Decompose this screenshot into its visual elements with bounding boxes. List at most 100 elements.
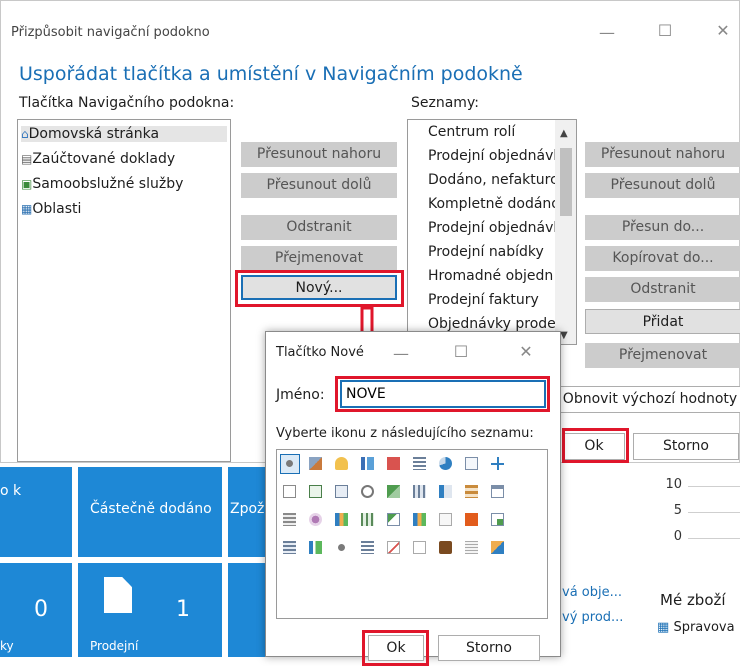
list-item[interactable]: Kompletně dodáno [428,196,560,212]
tile-partially-delivered[interactable]: Částečně dodáno [78,467,222,557]
bar-chart-icon[interactable] [335,513,348,526]
tile-delayed[interactable]: Zpož [228,467,268,557]
close-button[interactable]: ✕ [713,21,733,40]
tile-left-partial[interactable]: o k [0,467,72,557]
scrollbar-thumb[interactable] [560,148,572,216]
tile-sales-invoices[interactable]: 1 Prodejní [78,563,222,657]
dialog-title: Přizpůsobit navigační podokno [11,25,210,40]
lists-label: Seznamy: [411,95,479,111]
gears-icon[interactable] [283,457,296,470]
dialog-heading: Uspořádat tlačítka a umístění v Navigačn… [19,63,523,85]
lists-listbox[interactable]: Centrum rolí Prodejní objednávk Dodáno, … [407,119,577,345]
new-button-dialog: Tlačítko Nové — ☐ ✕ Jméno: Vyberte ikonu… [265,331,561,666]
list-item[interactable]: Objednávky prode [428,316,556,332]
chart-icon[interactable] [361,457,374,470]
workflow-icon[interactable] [309,457,322,470]
form-icon[interactable] [335,485,348,498]
new-dialog-maximize-button[interactable]: ☐ [451,342,471,361]
list-item[interactable]: Prodejní faktury [428,292,539,308]
list-item[interactable]: Prodejní objednávk [428,148,562,164]
page-icon[interactable] [465,457,478,470]
lists-rename-button[interactable]: Přejmenovat [585,343,740,368]
new-dialog-close-button[interactable]: ✕ [516,342,536,361]
stats-icon[interactable] [413,513,426,526]
maximize-button[interactable]: ☐ [655,21,675,40]
chart-tick-0: 0 [673,529,682,544]
list-item[interactable]: Dodáno, nefakturc [428,172,558,188]
list-item[interactable]: Hromadné objedn [428,268,553,284]
nav-buttons-listbox[interactable]: ⌂Domovská stránka ▤Zaúčtované doklady ▣S… [17,119,231,462]
areas-icon: ▦ [21,202,33,216]
pencil-icon[interactable] [387,541,400,554]
chart-gridline [688,486,740,487]
list-item[interactable]: ▤Zaúčtované doklady [21,151,175,167]
name-input-highlight [335,376,550,412]
ledger-icon[interactable] [283,541,296,554]
spreadsheet-icon[interactable] [361,513,374,526]
minimize-button[interactable]: — [597,23,617,42]
list-icon[interactable] [413,457,426,470]
list-item[interactable]: Prodejní nabídky [428,244,544,260]
house-icon: ⌂ [21,127,29,141]
link-sales-quotes[interactable]: vý prod... [562,610,623,625]
bell-icon[interactable] [335,457,348,470]
grid-icon[interactable] [465,485,478,498]
move-down-button[interactable]: Přesunout dolů [241,173,397,198]
report-icon[interactable] [387,457,400,470]
remove-button[interactable]: Odstranit [241,215,397,240]
hierarchy-icon[interactable] [491,457,504,470]
memo-icon[interactable] [465,541,478,554]
link-sales-orders[interactable]: vá obje... [562,585,622,600]
disc-icon[interactable] [309,513,322,526]
window-icon[interactable] [491,485,504,498]
cancel-button[interactable]: Storno [633,433,739,460]
list-item[interactable]: ▦Oblasti [21,201,81,217]
document-icon [104,577,132,613]
pie-icon[interactable] [439,457,452,470]
move-up-button[interactable]: Přesunout nahoru [241,142,397,167]
copy-to-button[interactable]: Kopírovat do... [585,246,740,271]
list-item-label: Samoobslužné služby [32,176,184,192]
settings-icon[interactable] [335,541,348,554]
open-doc-icon[interactable] [413,541,426,554]
manage-link[interactable]: ▦ Spravova [657,620,735,635]
list-item[interactable]: ▣Samoobslužné služby [21,176,183,192]
stop-icon[interactable] [465,513,478,526]
card-icon[interactable] [439,485,452,498]
briefcase-icon[interactable] [439,541,452,554]
nav-buttons-label: Tlačítka Navigačního podokna: [19,95,235,111]
list-item[interactable]: Prodejní objednávk [428,220,562,236]
text-doc-icon[interactable] [283,513,296,526]
blank-icon[interactable] [439,513,452,526]
list-item[interactable]: Centrum rolí [428,124,515,140]
tile-count-zero[interactable]: 0 ky [0,563,72,657]
table-icon[interactable] [413,485,426,498]
sheet-icon[interactable] [361,541,374,554]
tile-sales-label: Prodejní [90,639,139,653]
lists-move-down-button[interactable]: Přesunout dolů [585,173,740,198]
icon-picker-grid[interactable] [276,449,548,619]
tile-one-value: 1 [176,597,190,622]
name-label: Jméno: [276,387,325,403]
lists-remove-button[interactable]: Odstranit [585,277,740,302]
new-doc-icon[interactable] [309,485,322,498]
move-to-button[interactable]: Přesun do... [585,215,740,240]
new-dialog-title: Tlačítko Nové [276,345,364,360]
new-dialog-cancel-button[interactable]: Storno [438,635,540,661]
lists-move-up-button[interactable]: Přesunout nahoru [585,142,740,167]
scroll-down-icon[interactable]: ▼ [560,330,568,341]
add-button[interactable]: Přidat [585,309,740,334]
reset-defaults-button[interactable]: Obnovit výchozí hodnoty [559,386,740,413]
team-icon[interactable] [491,541,504,554]
edit-icon[interactable] [387,513,400,526]
clock-icon[interactable] [361,485,374,498]
manage-label: Spravova [673,620,735,635]
new-dialog-minimize-button[interactable]: — [391,344,411,363]
list-item[interactable]: ⌂Domovská stránka [21,126,227,142]
scroll-up-icon[interactable]: ▲ [560,128,568,139]
columns-icon[interactable] [309,541,322,554]
rename-button[interactable]: Přejmenovat [241,246,397,271]
copy-icon[interactable] [283,485,296,498]
check-doc-icon[interactable] [491,513,504,526]
people-icon[interactable] [387,485,400,498]
